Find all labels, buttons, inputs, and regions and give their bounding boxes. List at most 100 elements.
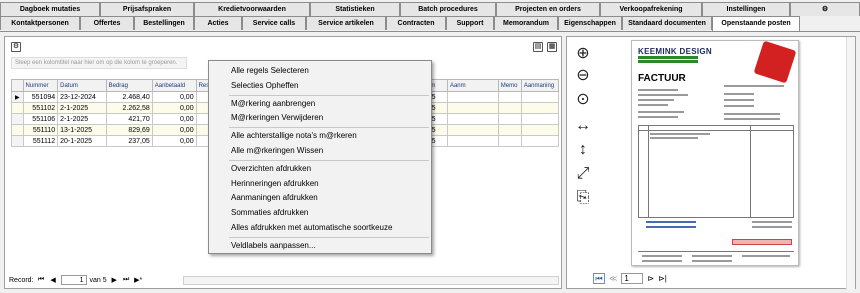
tab-statistieken[interactable]: Statistieken [310,2,400,16]
menu-item[interactable]: M@rkeringen Verwijderen [209,111,431,126]
table-cell[interactable] [497,135,522,147]
table-cell[interactable] [11,113,24,125]
table-cell[interactable] [520,102,560,114]
column-header[interactable]: Aanm [446,79,499,92]
table-cell[interactable]: 2-1-2025 [57,102,107,114]
zoom-actual-icon[interactable]: ⊙ [573,91,593,109]
column-header[interactable] [11,79,24,92]
column-header[interactable]: Aanbetaald [151,79,197,92]
tab-service-artikelen[interactable]: Service artikelen [306,16,386,30]
table-cell[interactable]: 0,00 [151,102,197,114]
table-cell[interactable]: 0,00 [151,113,197,125]
new-record-icon[interactable]: ▶* [134,276,143,284]
tab-kontaktpersonen[interactable]: Kontaktpersonen [0,16,80,30]
menu-item[interactable]: Aanmaningen afdrukken [209,191,431,206]
column-header[interactable]: Aanmaning [520,79,560,92]
print-icon[interactable]: ▦ [547,42,557,52]
fit-height-icon[interactable]: ↕ [573,141,593,159]
zoom-in-icon[interactable]: ⊕ [573,45,593,63]
grid-settings-icon[interactable]: ⚙ [11,42,21,52]
table-cell[interactable] [446,135,499,147]
table-cell[interactable] [520,135,560,147]
zoom-out-icon[interactable]: ⊖ [573,67,593,85]
table-cell[interactable]: 551112 [22,135,59,147]
tab-memorandum[interactable]: Memorandum [494,16,558,30]
menu-item[interactable]: Alles afdrukken met automatische soortke… [209,221,431,236]
tab-service-calls[interactable]: Service calls [242,16,306,30]
tab-contracten[interactable]: Contracten [386,16,446,30]
tab-bestellingen[interactable]: Bestellingen [134,16,194,30]
table-cell[interactable]: 551102 [22,102,59,114]
table-cell[interactable]: 0,00 [151,124,197,136]
table-cell[interactable] [11,102,24,114]
menu-item[interactable]: Selecties Opheffen [209,79,431,94]
table-cell[interactable] [497,102,522,114]
table-cell[interactable]: 0,00 [151,91,197,103]
table-cell[interactable]: 237,05 [105,135,153,147]
menu-item[interactable]: Alle m@rkeringen Wissen [209,144,431,159]
export-pdf-icon[interactable]: ⎘ [573,189,593,207]
tab-standaard-documenten[interactable]: Standaard documenten [622,16,712,30]
last-page-icon[interactable]: ⊳| [658,274,667,283]
menu-item[interactable]: Herinneringen afdrukken [209,177,431,192]
table-cell[interactable]: 13-1-2025 [57,124,107,136]
next-record-icon[interactable]: ▶ [110,276,119,284]
preview-scrollbar[interactable] [846,37,855,290]
table-cell[interactable] [520,113,560,125]
tab-eigenschappen[interactable]: Eigenschappen [558,16,622,30]
tab-instellingen[interactable]: Instellingen [702,2,790,16]
table-cell[interactable]: 551106 [22,113,59,125]
table-cell[interactable]: 2-1-2025 [57,113,107,125]
table-cell[interactable] [11,124,24,136]
first-page-icon[interactable]: ⏮ [593,272,605,284]
table-cell[interactable]: 20-1-2025 [57,135,107,147]
tab-verkoopafrekening[interactable]: Verkoopafrekening [600,2,702,16]
table-cell[interactable] [520,124,560,136]
table-cell[interactable]: 551110 [22,124,59,136]
prev-record-icon[interactable]: ◀ [49,276,58,284]
table-cell[interactable] [520,91,560,103]
horizontal-scrollbar[interactable] [183,276,559,285]
column-header[interactable]: Nummer [22,79,59,92]
page-number-input[interactable]: 1 [621,272,644,284]
group-by-bar[interactable]: Sleep een kolomtitel naar hier om op die… [11,57,187,69]
column-header[interactable]: Memo [497,79,522,92]
menu-item[interactable]: Veldlabels aanpassen... [209,239,431,254]
table-cell[interactable]: ▶ [11,91,24,103]
export-icon[interactable]: ▤ [533,42,543,52]
menu-item[interactable]: Sommaties afdrukken [209,206,431,221]
tab-support[interactable]: Support [446,16,494,30]
table-cell[interactable] [446,91,499,103]
table-cell[interactable] [446,102,499,114]
table-cell[interactable] [446,124,499,136]
table-cell[interactable] [497,124,522,136]
tab-settings[interactable]: ⚙ [790,2,860,16]
fit-width-icon[interactable]: ↔ [573,117,593,135]
table-cell[interactable] [497,91,522,103]
tab-dagboek-mutaties[interactable]: Dagboek mutaties [0,2,100,16]
menu-item[interactable]: Alle achterstallige nota's m@rkeren [209,129,431,144]
tab-offertes[interactable]: Offertes [80,16,134,30]
last-record-icon[interactable]: ⏭ [122,276,131,284]
table-cell[interactable] [446,113,499,125]
table-cell[interactable] [11,135,24,147]
table-cell[interactable]: 23-12-2024 [57,91,107,103]
prev-page-icon[interactable]: ≪ [609,274,617,283]
table-cell[interactable]: 2.262,58 [105,102,153,114]
table-cell[interactable]: 421,70 [105,113,153,125]
table-cell[interactable]: 0,00 [151,135,197,147]
table-cell[interactable]: 551094 [22,91,59,103]
tab-openstaande-posten[interactable]: Openstaande posten [712,16,800,32]
column-header[interactable]: Bedrag [105,79,153,92]
tab-batch-procedures[interactable]: Batch procedures [400,2,496,16]
tab-kredietvoorwaarden[interactable]: Kredietvoorwaarden [194,2,310,16]
menu-item[interactable]: Overzichten afdrukken [209,162,431,177]
tab-acties[interactable]: Acties [194,16,242,30]
tab-prijsafspraken[interactable]: Prijsafspraken [100,2,194,16]
table-cell[interactable]: 2.468,40 [105,91,153,103]
table-cell[interactable] [497,113,522,125]
menu-item[interactable]: Alle regels Selecteren [209,64,431,79]
next-page-icon[interactable]: ⊳ [647,274,654,283]
table-cell[interactable]: 829,69 [105,124,153,136]
first-record-icon[interactable]: ⏮ [37,276,46,284]
